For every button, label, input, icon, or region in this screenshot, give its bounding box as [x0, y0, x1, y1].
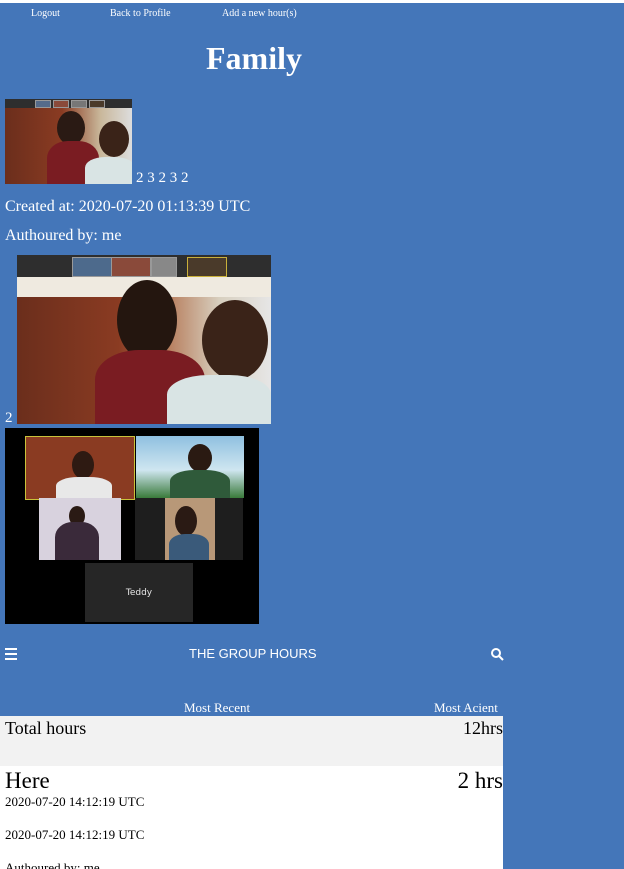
entry-date: 2020-07-20 14:12:19 UTC [5, 794, 145, 809]
grid-tile [135, 498, 243, 560]
created-at: Created at: 2020-07-20 01:13:39 UTC [5, 198, 251, 215]
page-title: Family [206, 40, 302, 76]
group-title: THE GROUP HOURS [189, 646, 317, 661]
post-photo-grid[interactable]: Teddy [5, 428, 259, 624]
top-border [0, 0, 624, 3]
post-photo-large[interactable] [17, 255, 271, 424]
hour-entry[interactable]: Here 2 hrs 2020-07-20 14:12:19 UTC 2020-… [0, 766, 503, 869]
add-hours-link[interactable]: Add a new hour(s) [222, 8, 297, 19]
post-photo-thumbnail[interactable] [5, 99, 132, 184]
total-hours-value: 12hrs [463, 718, 503, 738]
top-nav: Logout Back to Profile Add a new hour(s) [0, 8, 400, 22]
grid-tile-teddy: Teddy [85, 563, 193, 622]
total-hours-row: Total hours 12hrs [0, 716, 503, 766]
entry-author: Authoured by: me [5, 860, 100, 869]
sort-most-recent[interactable]: Most Recent [184, 700, 250, 716]
back-to-profile-link[interactable]: Back to Profile [110, 8, 171, 19]
entry-name: Here [5, 768, 50, 793]
sort-most-ancient[interactable]: Most Acient [434, 700, 498, 716]
grid-tile [136, 436, 244, 498]
entry-date: 2020-07-20 14:12:19 UTC [5, 827, 145, 842]
photo-count: 2 [5, 410, 13, 426]
post-author: Authoured by: me [5, 227, 122, 244]
search-icon[interactable] [490, 647, 504, 661]
post-numbers: 2 3 2 3 2 [136, 170, 189, 186]
grid-tile [25, 436, 135, 500]
logout-link[interactable]: Logout [31, 8, 60, 19]
hamburger-menu-icon[interactable] [5, 648, 17, 660]
group-header-bar: THE GROUP HOURS [0, 640, 510, 670]
total-hours-label: Total hours [5, 718, 87, 738]
entry-hours: 2 hrs [457, 768, 503, 793]
grid-tile [39, 498, 121, 560]
